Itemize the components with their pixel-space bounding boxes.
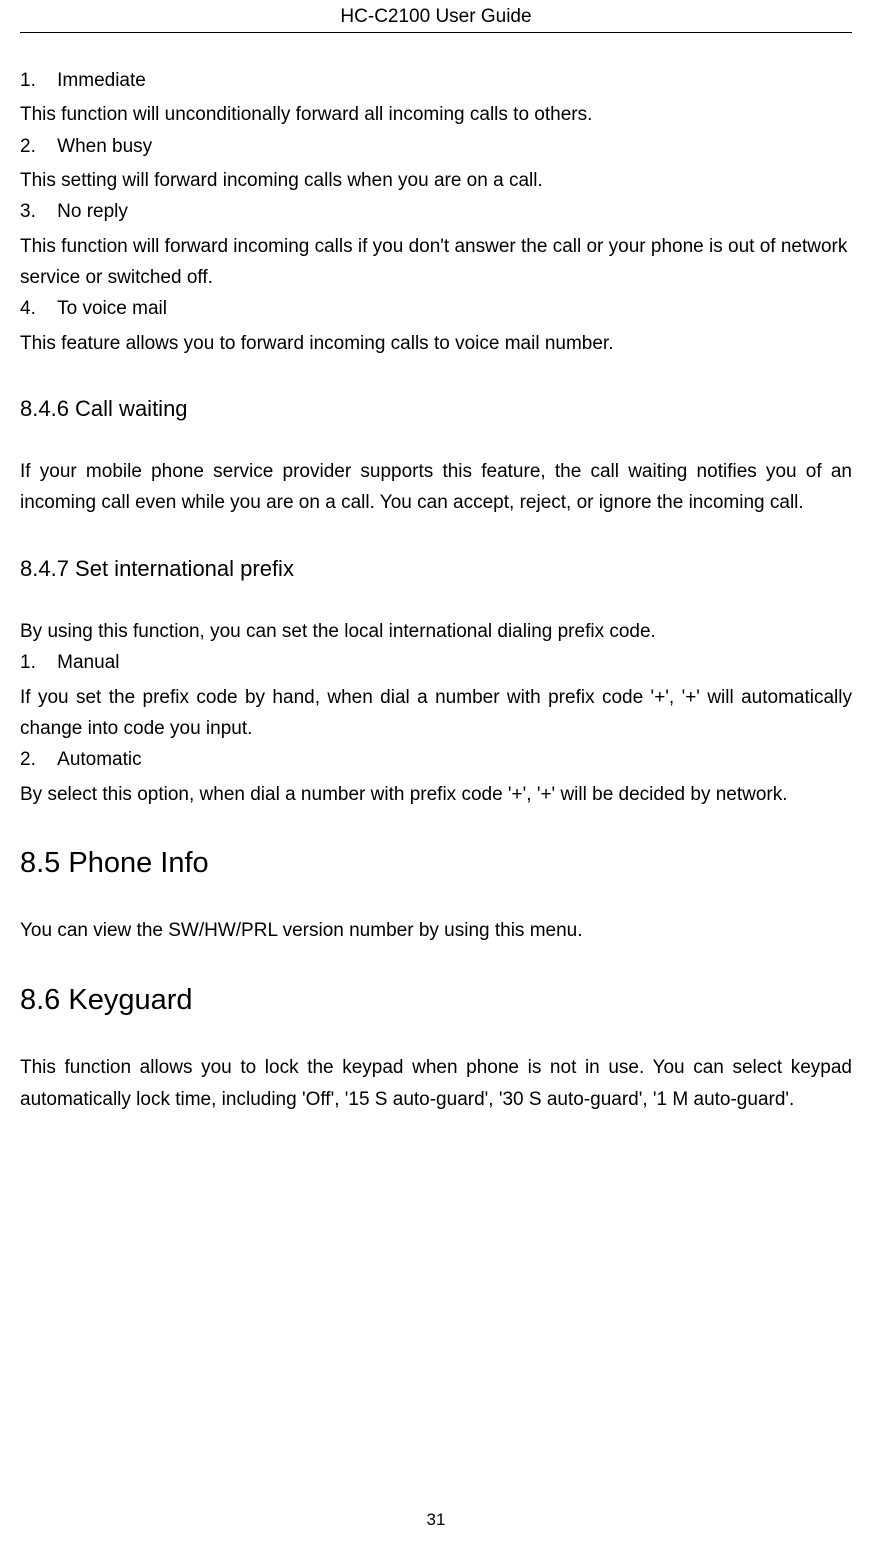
forward-item-4-desc: This feature allows you to forward incom…	[20, 328, 852, 359]
body-phone-info: You can view the SW/HW/PRL version numbe…	[20, 915, 852, 946]
forward-item-1-head: 1. Immediate	[20, 65, 852, 97]
forward-item-4-num: 4.	[20, 298, 36, 319]
intro-intl-prefix: By using this function, you can set the …	[20, 616, 852, 647]
page-header: HC-C2100 User Guide	[20, 0, 852, 33]
forward-item-3-head: 3. No reply	[20, 196, 852, 228]
header-title: HC-C2100 User Guide	[340, 6, 531, 27]
document-page: HC-C2100 User Guide 1. Immediate This fu…	[0, 0, 872, 1554]
intl-item-2-num: 2.	[20, 749, 36, 770]
forward-item-2-num: 2.	[20, 136, 36, 157]
forward-item-1-num: 1.	[20, 70, 36, 91]
body-call-waiting: If your mobile phone service provider su…	[20, 456, 852, 519]
intl-item-1-title: Manual	[57, 652, 119, 673]
forward-item-2-head: 2. When busy	[20, 131, 852, 163]
page-number: 31	[0, 1510, 872, 1530]
forward-item-4-title: To voice mail	[57, 298, 167, 319]
forward-item-2-desc: This setting will forward incoming calls…	[20, 165, 852, 196]
body-keyguard: This function allows you to lock the key…	[20, 1052, 852, 1115]
heading-keyguard: 8.6 Keyguard	[20, 979, 852, 1023]
heading-intl-prefix: 8.4.7 Set international prefix	[20, 551, 852, 586]
forward-item-4-head: 4. To voice mail	[20, 293, 852, 325]
forward-item-1-title: Immediate	[57, 70, 146, 91]
heading-phone-info: 8.5 Phone Info	[20, 842, 852, 886]
intl-item-2-head: 2. Automatic	[20, 744, 852, 776]
forward-item-2-title: When busy	[57, 136, 152, 157]
forward-item-3-title: No reply	[57, 201, 128, 222]
intl-item-1-num: 1.	[20, 652, 36, 673]
forward-item-1-desc: This function will unconditionally forwa…	[20, 99, 852, 130]
section-forward-list: 1. Immediate This function will uncondit…	[20, 65, 852, 359]
heading-call-waiting: 8.4.6 Call waiting	[20, 391, 852, 426]
intl-item-2-title: Automatic	[57, 749, 141, 770]
forward-item-3-num: 3.	[20, 201, 36, 222]
intl-item-1-desc: If you set the prefix code by hand, when…	[20, 682, 852, 745]
intl-item-1-head: 1. Manual	[20, 647, 852, 679]
page-content: 1. Immediate This function will uncondit…	[20, 33, 852, 1115]
forward-item-3-desc: This function will forward incoming call…	[20, 231, 852, 294]
intl-item-2-desc: By select this option, when dial a numbe…	[20, 779, 852, 810]
